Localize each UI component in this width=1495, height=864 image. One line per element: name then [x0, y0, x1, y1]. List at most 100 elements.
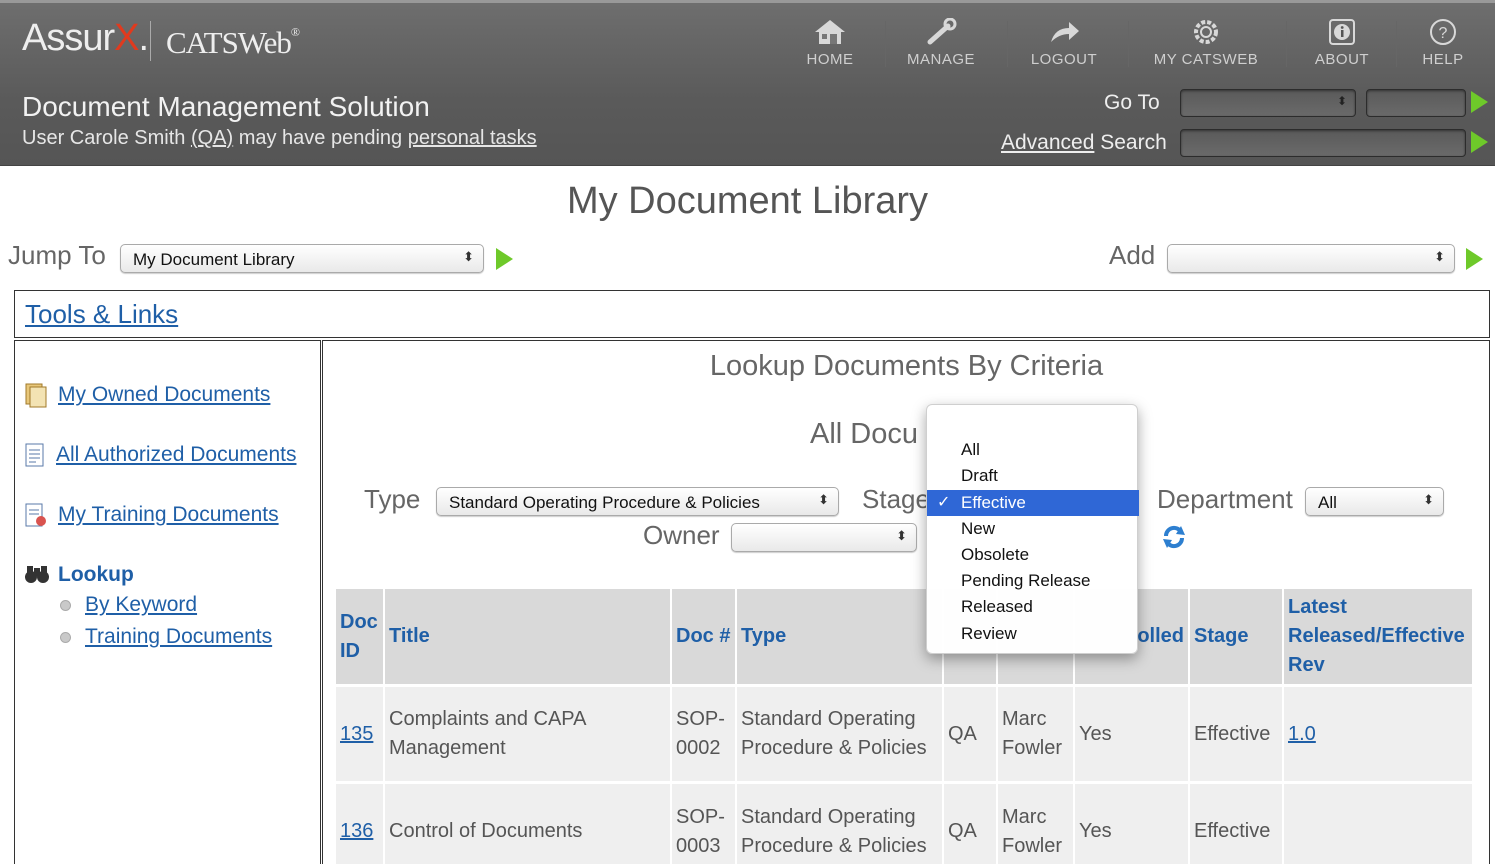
home-icon — [813, 17, 847, 47]
stage-option-effective[interactable]: ✓ Effective — [927, 490, 1139, 516]
stage-option-obsolete[interactable]: Obsolete — [927, 542, 1139, 568]
search-input[interactable] — [1180, 129, 1466, 157]
tools-links-link[interactable]: Tools & Links — [25, 299, 178, 330]
type-select[interactable]: Standard Operating Procedure & Policies ⬍ — [436, 487, 839, 516]
stage-option-released[interactable]: Released — [927, 594, 1139, 620]
column-header[interactable]: Stage — [1189, 589, 1284, 686]
goto-label: Go To — [1104, 91, 1160, 114]
select-arrows-icon: ⬍ — [1336, 94, 1347, 108]
sidebar-subitem-training-documents[interactable]: Training Documents — [60, 625, 272, 649]
add-go-icon[interactable] — [1466, 248, 1483, 270]
refresh-icon[interactable] — [1161, 524, 1187, 550]
select-arrows-icon: ⬍ — [896, 528, 907, 543]
jump-to-select[interactable]: My Document Library ⬍ — [120, 244, 484, 273]
doc-id-cell: 135 — [336, 684, 385, 783]
owner-label: Owner — [643, 520, 720, 550]
table-row: 136 Control of Documents SOP-0003 Standa… — [336, 781, 1474, 864]
department-cell: QA — [943, 684, 998, 783]
doc-id-link[interactable]: 136 — [340, 820, 373, 842]
documents-table: Doc ID Title Doc # Type olled Stage Late… — [336, 589, 1474, 864]
info-icon — [1325, 17, 1359, 47]
logout-arrow-icon — [1047, 17, 1081, 47]
column-header[interactable]: Latest Released/Effective Rev — [1283, 589, 1474, 686]
rev-cell — [1283, 781, 1474, 864]
user-group-link[interactable]: (QA) — [191, 127, 233, 149]
folder-icon — [24, 382, 48, 408]
jump-to-label: Jump To — [8, 240, 106, 270]
type-cell: Standard Operating Procedure & Policies — [736, 684, 944, 783]
app-header: AssurX. CATSWeb® Document Management Sol… — [0, 0, 1495, 166]
nav-help[interactable]: ? HELP — [1388, 17, 1495, 68]
svg-text:?: ? — [1439, 25, 1448, 42]
type-label: Type — [364, 484, 421, 514]
search-go-icon[interactable] — [1471, 131, 1488, 153]
lookup-title: Lookup Documents By Criteria — [709, 350, 1104, 382]
table-header-row: Doc ID Title Doc # Type olled Stage Late… — [336, 589, 1474, 686]
controlled-cell: Yes — [1074, 684, 1190, 783]
title-cell: Complaints and CAPA Management — [384, 684, 672, 783]
jump-go-icon[interactable] — [496, 248, 513, 270]
sidebar-item-my-training[interactable]: My Training Documents — [24, 502, 279, 528]
owner-cell: Marc Fowler — [997, 781, 1075, 864]
page-title: My Document Library — [566, 180, 929, 222]
select-arrows-icon: ⬍ — [463, 249, 474, 264]
logo-divider — [150, 21, 151, 61]
tools-links-bar: Tools & Links — [14, 290, 1490, 338]
sidebar-item-all-authorized[interactable]: All Authorized Documents — [24, 442, 296, 468]
stage-option-all[interactable]: All — [927, 437, 1139, 463]
personal-tasks-link[interactable]: personal tasks — [408, 127, 537, 149]
training-document-icon — [24, 502, 48, 528]
stage-cell: Effective — [1189, 684, 1284, 783]
column-header[interactable]: Type — [736, 589, 944, 686]
sidebar-item-lookup[interactable]: Lookup — [24, 562, 134, 588]
goto-go-icon[interactable] — [1471, 91, 1488, 113]
select-arrows-icon: ⬍ — [1423, 492, 1434, 507]
doc-number-cell: SOP-0003 — [671, 781, 737, 864]
goto-select[interactable]: ⬍ — [1180, 89, 1356, 117]
stage-cell: Effective — [1189, 781, 1284, 864]
department-select[interactable]: All ⬍ — [1305, 487, 1444, 516]
stage-option-review[interactable]: Review — [927, 621, 1139, 647]
table-row: 135 Complaints and CAPA Management SOP-0… — [336, 684, 1474, 783]
stage-option-pending-release[interactable]: Pending Release — [927, 568, 1139, 594]
bullet-icon — [60, 599, 71, 611]
doc-number-cell: SOP-0002 — [671, 684, 737, 783]
owner-select[interactable]: ⬍ — [731, 523, 917, 552]
add-select[interactable]: ⬍ — [1167, 244, 1455, 273]
owner-cell: Marc Fowler — [997, 684, 1075, 783]
app-title: Document Management Solution — [22, 91, 430, 122]
stage-option-draft[interactable]: Draft — [927, 463, 1139, 489]
advanced-search-link[interactable]: Advanced — [1001, 131, 1094, 154]
column-header[interactable]: Doc ID — [336, 589, 385, 686]
add-label: Add — [1109, 240, 1156, 270]
sidebar-subitem-by-keyword[interactable]: By Keyword — [60, 593, 197, 617]
department-label: Department — [1157, 484, 1293, 514]
stage-option-new[interactable]: New — [927, 516, 1139, 542]
nav-separator — [1128, 21, 1129, 67]
sidebar-item-my-owned[interactable]: My Owned Documents — [24, 382, 270, 408]
advanced-search-label: Advanced Search — [1001, 131, 1167, 154]
all-documents-heading: All Docu — [810, 418, 918, 450]
stage-label: Stage — [862, 484, 930, 514]
doc-id-link[interactable]: 135 — [340, 723, 373, 745]
nav-logout[interactable]: LOGOUT — [1009, 17, 1119, 68]
nav-separator — [1007, 21, 1008, 67]
document-icon — [24, 442, 48, 468]
nav-about[interactable]: ABOUT — [1287, 17, 1397, 68]
stage-dropdown-menu: All Draft ✓ Effective New Obsolete Pendin… — [926, 404, 1139, 654]
doc-id-cell: 136 — [336, 781, 385, 864]
select-arrows-icon: ⬍ — [818, 492, 829, 507]
select-arrows-icon: ⬍ — [1434, 249, 1445, 264]
help-icon: ? — [1426, 17, 1460, 47]
assurx-logo: AssurX. — [22, 17, 149, 59]
nav-home[interactable]: HOME — [775, 17, 885, 68]
rev-link[interactable]: 1.0 — [1288, 723, 1316, 745]
controlled-cell: Yes — [1074, 781, 1190, 864]
wrench-icon — [924, 17, 958, 47]
column-header[interactable]: Title — [384, 589, 672, 686]
binoculars-icon — [24, 562, 49, 588]
nav-manage[interactable]: MANAGE — [886, 17, 996, 68]
goto-input[interactable] — [1366, 89, 1466, 117]
nav-my-catsweb[interactable]: MY CATSWEB — [1151, 17, 1261, 68]
column-header[interactable]: Doc # — [671, 589, 737, 686]
